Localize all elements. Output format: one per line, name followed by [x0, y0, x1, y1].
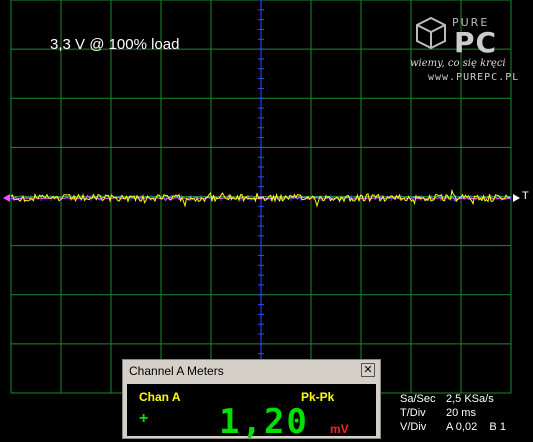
trigger-marker[interactable]: T: [522, 190, 529, 202]
readout-key: V/Div: [400, 421, 427, 433]
readout-value: 20 ms: [446, 407, 476, 419]
readout-time-div: T/Div 20 ms: [400, 406, 506, 420]
logo-brand-main: PC: [454, 26, 498, 59]
readout-sample-rate: Sa/Sec 2,5 KSa/s: [400, 392, 506, 406]
logo-tagline: wiemy, co się kręci: [410, 58, 506, 69]
meters-title: Channel A Meters: [129, 364, 224, 378]
meter-unit: mV: [330, 422, 349, 436]
readout-value: 2,5 KSa/s: [446, 393, 494, 405]
overlay-label: 3,3 V @ 100% load: [50, 36, 180, 53]
meters-titlebar[interactable]: Channel A Meters ✕: [123, 360, 380, 382]
purepc-logo: PURE PC wiemy, co się kręci www.PUREPC.P…: [410, 8, 528, 90]
scope-settings-readout: Sa/Sec 2,5 KSa/s T/Div 20 ms V/Div A 0,02 B…: [400, 392, 506, 434]
close-button[interactable]: ✕: [361, 363, 375, 377]
meter-sign: +: [139, 410, 149, 427]
readout-key: Sa/Sec: [400, 393, 436, 405]
meters-display: Chan A Pk-Pk + 1,20 mV: [127, 384, 376, 442]
cube-logo-icon: [416, 16, 446, 50]
meter-channel-label: Chan A: [139, 390, 181, 404]
logo-url: www.PUREPC.PL: [428, 72, 520, 83]
readout-volt-div: V/Div A 0,02 B 1: [400, 420, 506, 434]
meter-value: 1,20: [219, 402, 309, 442]
channel-a-meters-window[interactable]: Channel A Meters ✕ Chan A Pk-Pk + 1,20 m…: [122, 359, 381, 442]
readout-value: A 0,02 B 1: [446, 421, 506, 433]
readout-key: T/Div: [400, 407, 426, 419]
